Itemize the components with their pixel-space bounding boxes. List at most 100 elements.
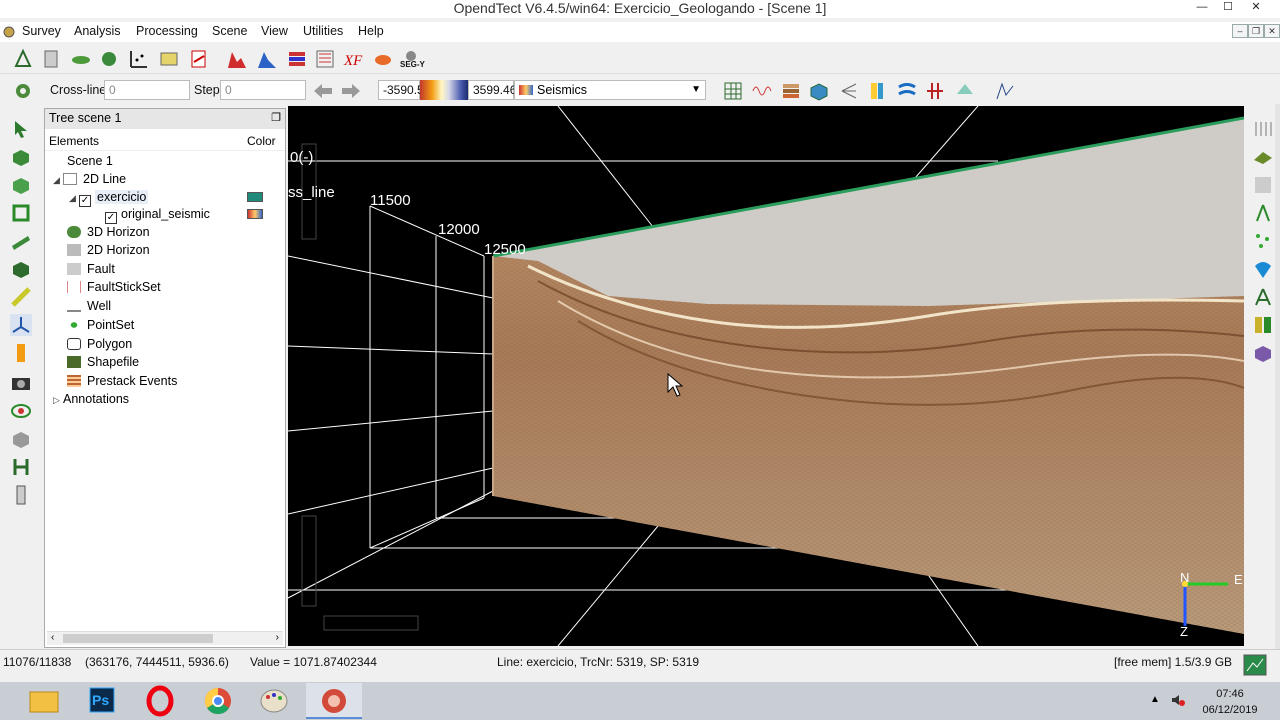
pointer-icon[interactable]	[10, 118, 32, 140]
tree-item-fault[interactable]: Fault	[67, 262, 115, 276]
opera-icon[interactable]	[140, 684, 180, 718]
tree-item-scene[interactable]: Scene 1	[67, 154, 113, 168]
scrollbar-thumb[interactable]	[63, 634, 213, 643]
clock-date[interactable]: 06/12/2019	[1200, 704, 1260, 716]
checkbox-checked-icon[interactable]: ✓	[105, 212, 117, 224]
viewer-vertical-scrollbar[interactable]	[1275, 104, 1280, 649]
seismic-wiggle-icon[interactable]	[1252, 118, 1274, 140]
body-tool-icon[interactable]	[1252, 258, 1274, 280]
tray-expand-icon[interactable]: ▲	[1150, 694, 1160, 705]
colorbar-max-field[interactable]: 3599.46	[468, 80, 516, 100]
pointset-tool-icon[interactable]	[1252, 230, 1274, 252]
mdi-restore-button[interactable]: ❐	[1248, 24, 1264, 38]
volume-render-icon[interactable]	[1252, 174, 1274, 196]
tree-item-3d-horizon[interactable]: 3D Horizon	[67, 225, 150, 239]
tree-item-well[interactable]: Well	[67, 299, 111, 313]
step-spinbox[interactable]: 0	[220, 80, 306, 100]
tree-network-icon[interactable]	[838, 80, 860, 102]
grid-display-icon[interactable]	[722, 80, 744, 102]
mdi-minimize-button[interactable]: –	[1232, 24, 1248, 38]
settings-gear-icon[interactable]	[12, 80, 34, 102]
file-explorer-icon[interactable]	[24, 684, 64, 718]
velocity-icon[interactable]	[256, 48, 278, 70]
add-inline-icon[interactable]	[10, 146, 32, 168]
scene-canvas[interactable]: 0(-) ss_line 11500 12000 12500 N E Z	[288, 106, 1244, 646]
crossline-spinbox[interactable]: 0	[104, 80, 190, 100]
collapse-arrow-icon[interactable]: ◢	[53, 175, 63, 186]
tree-item-2d-horizon[interactable]: 2D Horizon	[67, 243, 150, 257]
arrow-left-icon[interactable]	[312, 80, 334, 102]
menu-view[interactable]: View	[261, 24, 288, 38]
tree-item-shapefile[interactable]: Shapefile	[67, 355, 139, 369]
well-tie-tool-icon[interactable]	[1252, 286, 1274, 308]
fault-icon[interactable]	[924, 80, 946, 102]
attribute-icon[interactable]	[286, 48, 308, 70]
tree-item-prestack-events[interactable]: Prestack Events	[67, 374, 177, 388]
close-button[interactable]: ✕	[1244, 0, 1268, 16]
data-manager-icon[interactable]	[40, 48, 62, 70]
export-icon[interactable]	[98, 48, 120, 70]
log-display-icon[interactable]	[1252, 314, 1274, 336]
paint-icon[interactable]	[254, 684, 294, 718]
import-horizon-icon[interactable]	[70, 48, 92, 70]
maximize-button[interactable]: ☐	[1216, 0, 1240, 16]
volume-muted-icon[interactable]	[1170, 692, 1186, 708]
opendtect-icon[interactable]	[314, 684, 354, 718]
well-tie-icon[interactable]	[314, 48, 336, 70]
menu-survey[interactable]: Survey	[22, 24, 61, 38]
colorbar-toggle-icon[interactable]	[10, 342, 32, 364]
colortable-select[interactable]: Seismics ▼	[514, 80, 706, 100]
eye-icon[interactable]	[10, 400, 32, 422]
tree-horizontal-scrollbar[interactable]: ‹ ›	[47, 631, 283, 645]
line-color-swatch[interactable]	[247, 192, 263, 202]
flatten-icon[interactable]	[896, 80, 918, 102]
tree-item-exercicio[interactable]: ◢ ✓ exercicio	[69, 190, 149, 207]
tree-item-original-seismic[interactable]: ✓ original_seismic	[105, 207, 210, 224]
horizon-tracker-icon[interactable]	[1252, 146, 1274, 168]
mdi-close-button[interactable]: ✕	[1264, 24, 1280, 38]
scroll-right-icon[interactable]: ›	[276, 632, 279, 643]
tree-item-polygon[interactable]: Polygon	[67, 337, 132, 351]
directional-light-icon[interactable]	[10, 428, 32, 450]
clock-time[interactable]: 07:46	[1200, 688, 1260, 700]
mem-indicator-icon[interactable]	[1243, 654, 1267, 676]
wiggle-icon[interactable]	[750, 80, 772, 102]
well-display-icon[interactable]	[1252, 202, 1274, 224]
ruler-icon[interactable]	[10, 484, 32, 506]
seismic-colortable-swatch[interactable]	[247, 209, 263, 219]
spectrum-icon[interactable]	[226, 48, 248, 70]
tree-item-faultstickset[interactable]: FaultStickSet	[67, 280, 161, 294]
pick-icon[interactable]	[10, 286, 32, 308]
pdf-icon[interactable]	[188, 48, 210, 70]
view-cube-icon[interactable]	[10, 258, 32, 280]
tree-item-pointset[interactable]: PointSet	[67, 318, 134, 332]
checkbox-checked-icon[interactable]: ✓	[79, 195, 91, 207]
spectral-icon[interactable]	[994, 80, 1016, 102]
strata-icon[interactable]	[780, 80, 802, 102]
volume-builder-icon[interactable]	[158, 48, 180, 70]
minimize-button[interactable]: —	[1190, 0, 1214, 16]
menu-help[interactable]: Help	[358, 24, 384, 38]
cube-icon[interactable]	[808, 80, 830, 102]
camera-icon[interactable]	[10, 372, 32, 394]
colorbar[interactable]	[420, 80, 468, 100]
float-panel-icon[interactable]: ❐	[271, 109, 281, 128]
menu-analysis[interactable]: Analysis	[74, 24, 121, 38]
colorscale-icon[interactable]	[866, 80, 888, 102]
crossplot-icon[interactable]	[128, 48, 150, 70]
collapse-arrow-icon[interactable]: ◢	[69, 193, 79, 204]
tree-item-annotations[interactable]: ▷ Annotations	[53, 392, 129, 406]
col-color[interactable]: Color	[247, 134, 276, 148]
arrow-right-icon[interactable]	[340, 80, 362, 102]
freeflow-icon[interactable]	[372, 48, 394, 70]
scene-viewer[interactable]: 0(-) ss_line 11500 12000 12500 N E Z	[288, 106, 1244, 646]
add-volume-icon[interactable]	[10, 174, 32, 196]
expand-arrow-icon[interactable]: ▷	[53, 395, 63, 406]
tree-item-2d-line[interactable]: ◢ 2D Line	[53, 172, 126, 186]
menu-scene[interactable]: Scene	[212, 24, 247, 38]
menu-processing[interactable]: Processing	[136, 24, 198, 38]
axes-icon[interactable]	[10, 314, 32, 336]
colorbar-min-field[interactable]: -3590.5	[378, 80, 424, 100]
menu-utilities[interactable]: Utilities	[303, 24, 343, 38]
body-icon[interactable]	[954, 80, 976, 102]
